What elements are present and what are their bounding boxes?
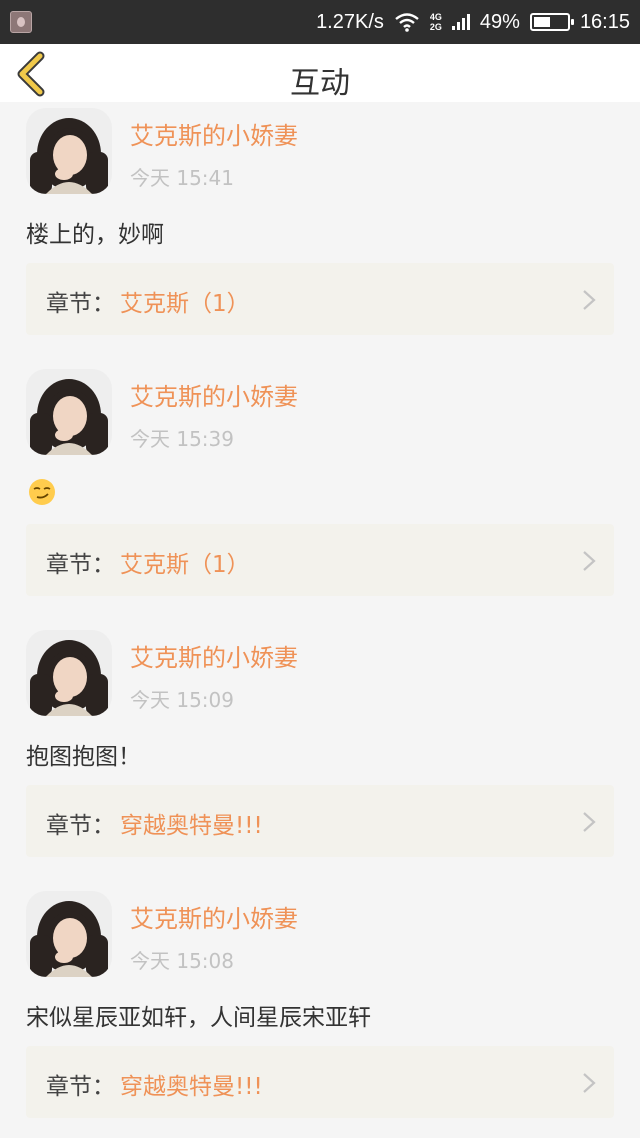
clock: 16:15: [579, 10, 630, 33]
comment-card: 艾克斯的小娇妻 今天 15:39 章节： 艾克斯（1）: [0, 363, 640, 624]
post-time: 今天 15:09: [130, 688, 234, 712]
smirk-emoji-icon: [29, 479, 55, 505]
chapter-label: 章节：: [46, 813, 115, 839]
chapter-name: 穿越奥特曼!!!: [120, 813, 263, 839]
post-time: 今天 15:41: [130, 166, 234, 190]
username[interactable]: 艾克斯的小娇妻: [130, 116, 298, 151]
signal-icon: [451, 14, 470, 30]
chapter-name: 艾克斯（1）: [120, 552, 250, 578]
chevron-right-icon: [583, 551, 596, 571]
avatar-image: [26, 369, 112, 455]
avatar-image: [26, 108, 112, 194]
chevron-right-icon: [583, 1073, 596, 1093]
comment-text: 宋似星辰亚如轩，人间星辰宋亚轩: [26, 1005, 371, 1031]
chapter-link[interactable]: 章节： 穿越奥特曼!!!: [26, 1046, 614, 1118]
avatar[interactable]: [26, 369, 112, 455]
avatar-image: [26, 630, 112, 716]
chapter-label: 章节：: [46, 552, 115, 578]
chapter-link[interactable]: 章节： 艾克斯（1）: [26, 263, 614, 335]
avatar[interactable]: [26, 108, 112, 194]
username[interactable]: 艾克斯的小娇妻: [130, 638, 298, 673]
chapter-name: 穿越奥特曼!!!: [120, 1074, 263, 1100]
battery-level: [533, 17, 550, 27]
notification-app-icon: [10, 11, 32, 33]
chapter-label: 章节：: [46, 291, 115, 317]
network-type-bottom: 2G: [429, 22, 442, 32]
username[interactable]: 艾克斯的小娇妻: [130, 377, 298, 412]
battery-percent: 49%: [479, 10, 520, 33]
network-speed: 1.27K/s: [316, 10, 384, 33]
status-indicators: 1.27K/s 4G 2G 49% 16:15: [316, 0, 630, 44]
network-type-top: 4G: [429, 12, 442, 22]
post-time: 今天 15:39: [130, 427, 234, 451]
comment-card: 艾克斯的小娇妻 今天 15:09 抱图抱图！ 章节： 穿越奥特曼!!!: [0, 624, 640, 885]
avatar[interactable]: [26, 891, 112, 977]
wifi-icon: [395, 13, 419, 32]
chapter-label: 章节：: [46, 1074, 115, 1100]
interaction-feed: 艾克斯的小娇妻 今天 15:41 楼上的，妙啊 章节： 艾克斯（1） 艾克斯的小: [0, 102, 640, 1138]
chapter-link[interactable]: 章节： 艾克斯（1）: [26, 524, 614, 596]
avatar-image: [26, 891, 112, 977]
chevron-right-icon: [583, 812, 596, 832]
comment-text: 抱图抱图！: [26, 744, 141, 770]
chevron-right-icon: [583, 290, 596, 310]
chapter-name: 艾克斯（1）: [120, 291, 250, 317]
chapter-link[interactable]: 章节： 穿越奥特曼!!!: [26, 785, 614, 857]
network-type: 4G 2G: [430, 12, 442, 32]
comment-card: 艾克斯的小娇妻 今天 15:41 楼上的，妙啊 章节： 艾克斯（1）: [0, 102, 640, 363]
top-nav-bar: 互动: [0, 44, 640, 102]
comment-card: 艾克斯的小娇妻 今天 15:08 宋似星辰亚如轩，人间星辰宋亚轩 章节： 穿越奥…: [0, 885, 640, 1138]
status-bar: 1.27K/s 4G 2G 49% 16:15: [0, 0, 640, 44]
page-title: 互动: [290, 66, 350, 101]
comment-text: 楼上的，妙啊: [26, 222, 164, 248]
avatar[interactable]: [26, 630, 112, 716]
battery-icon: [529, 13, 574, 31]
post-time: 今天 15:08: [130, 949, 234, 973]
username[interactable]: 艾克斯的小娇妻: [130, 899, 298, 934]
